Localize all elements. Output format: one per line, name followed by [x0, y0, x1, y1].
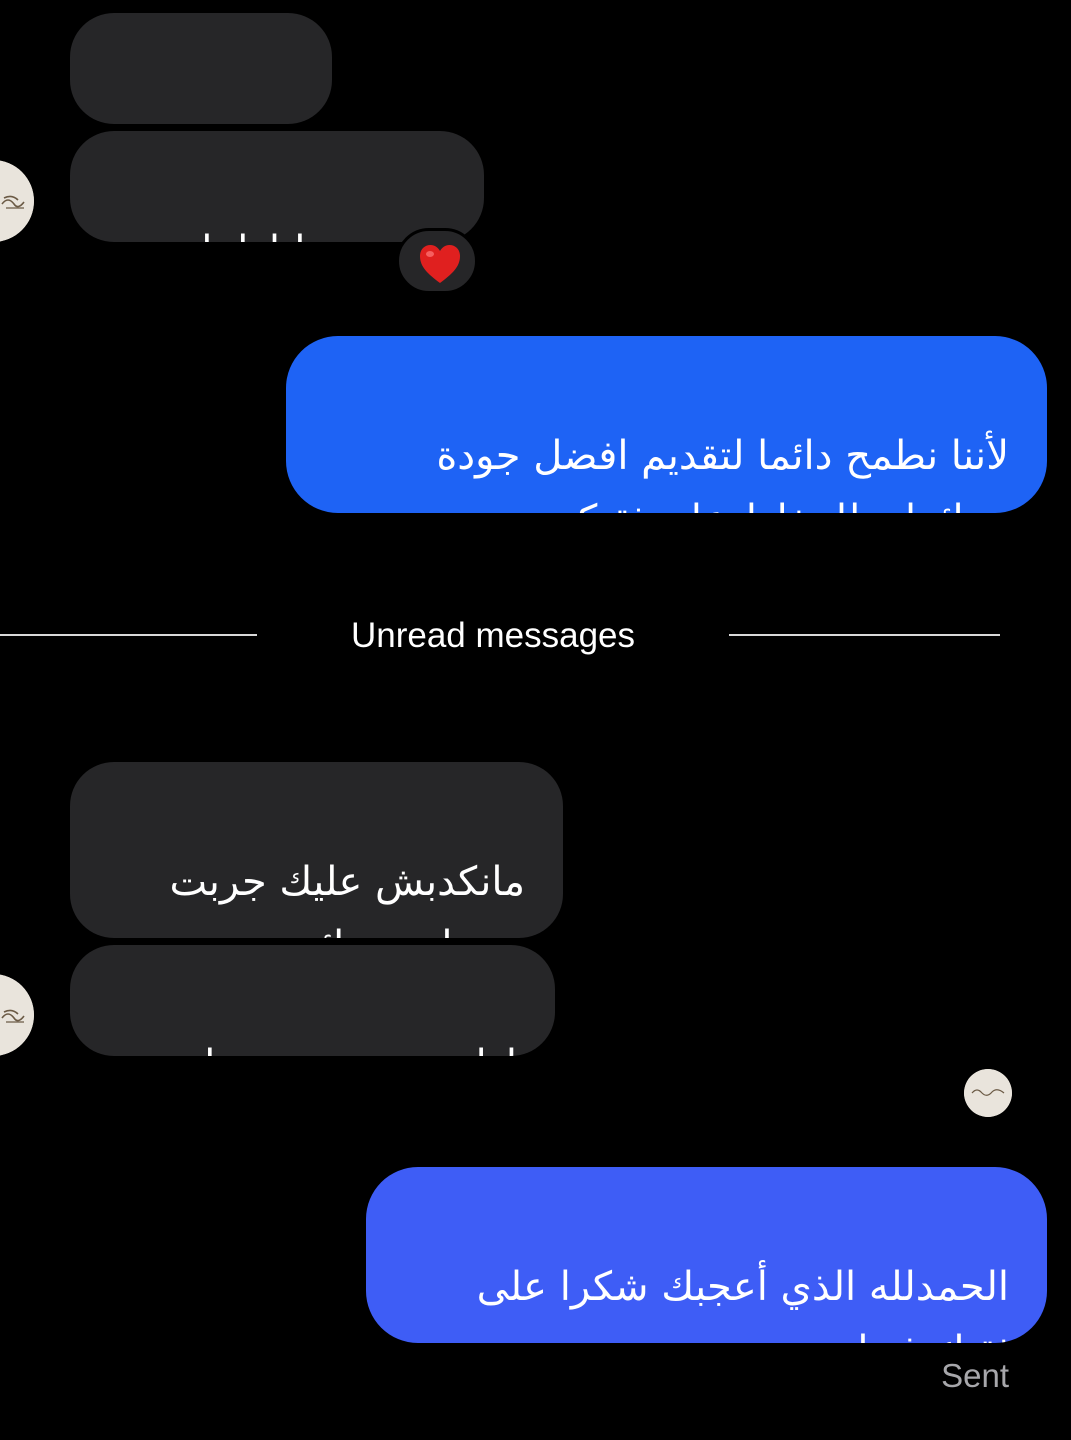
outgoing-message-bubble[interactable]: لأننا نطمح دائما لتقديم افضل جودة بزبائن…	[286, 336, 1047, 513]
message-text: اول مرة تعجبني حاجة	[108, 1033, 517, 1056]
incoming-message-bubble[interactable]: بشرة يخليلها تلمع	[70, 131, 484, 242]
message-text: روعة روعة	[108, 100, 294, 124]
message-text: لأننا نطمح دائما لتقديم افضل جودة بزبائن…	[436, 433, 1009, 513]
calligraphy-avatar-icon	[964, 1069, 1012, 1117]
calligraphy-avatar-icon	[0, 974, 34, 1056]
incoming-message-bubble[interactable]: روعة روعة	[70, 13, 332, 124]
red-heart-icon	[420, 245, 460, 283]
read-receipt-avatar	[964, 1069, 1012, 1117]
divider-line-right	[729, 634, 1000, 636]
sender-avatar[interactable]	[0, 160, 34, 242]
calligraphy-avatar-icon	[0, 160, 34, 242]
outgoing-message-bubble[interactable]: الحمدلله الذي أعجبك شكرا على ثقتك فيها	[366, 1167, 1047, 1343]
message-reaction[interactable]	[396, 228, 478, 294]
sender-avatar[interactable]	[0, 974, 34, 1056]
divider-line-left	[0, 634, 257, 636]
message-text: مانكدبش عليك جربت منتجات جزائرية	[169, 859, 526, 938]
unread-messages-divider: Unread messages	[350, 616, 636, 655]
incoming-message-bubble[interactable]: اول مرة تعجبني حاجة	[70, 945, 555, 1056]
incoming-message-bubble[interactable]: مانكدبش عليك جربت منتجات جزائرية	[70, 762, 563, 938]
message-text: بشرة يخليلها تلمع	[108, 219, 446, 242]
message-text: الحمدلله الذي أعجبك شكرا على ثقتك فيها	[476, 1264, 1009, 1343]
message-status: Sent	[941, 1357, 1009, 1394]
